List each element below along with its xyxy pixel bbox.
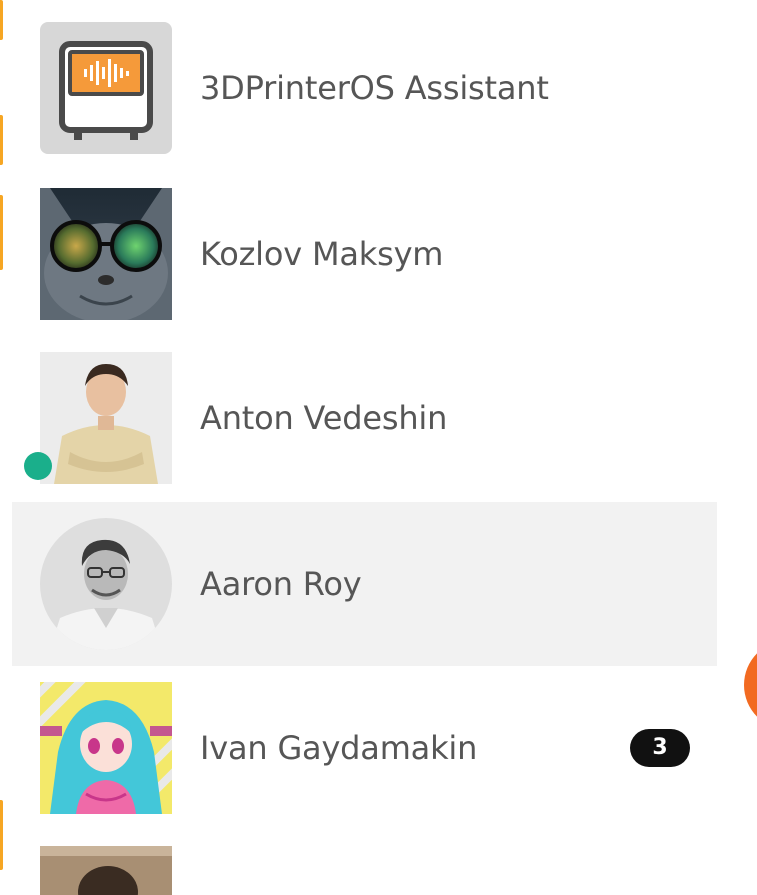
contact-row-3dprinteros-assistant[interactable]: 3DPrinterOS Assistant [12, 6, 717, 170]
anime-girl-photo [40, 682, 172, 814]
person-bw-photo [40, 518, 172, 650]
contact-row-anton-vedeshin[interactable]: Anton Vedeshin [12, 336, 717, 500]
contact-name: Kozlov Maksym [200, 235, 444, 273]
unread-count-badge: 3 [630, 729, 690, 767]
contact-row-kozlov-maksym[interactable]: Kozlov Maksym [12, 172, 717, 336]
contact-row-ivan-gaydamakin[interactable]: Ivan Gaydamakin 3 [12, 666, 717, 830]
chat-contacts-page: 3DPrinterOS Assistant Kozlov Maksym Anto… [0, 0, 757, 895]
cat-sunglasses-photo [40, 188, 172, 320]
person-photo [40, 352, 172, 484]
printer-assistant-icon [40, 22, 172, 154]
online-status-indicator [24, 452, 52, 480]
contact-row-aaron-roy[interactable]: Aaron Roy [12, 502, 717, 666]
contact-name: Ivan Gaydamakin [200, 729, 478, 767]
contact-name: 3DPrinterOS Assistant [200, 69, 549, 107]
contact-name: Aaron Roy [200, 565, 362, 603]
partial-avatar-photo [40, 846, 172, 895]
contact-list: 3DPrinterOS Assistant Kozlov Maksym Anto… [0, 0, 757, 895]
contact-name: Anton Vedeshin [200, 399, 448, 437]
contact-row-partial[interactable] [12, 830, 717, 895]
